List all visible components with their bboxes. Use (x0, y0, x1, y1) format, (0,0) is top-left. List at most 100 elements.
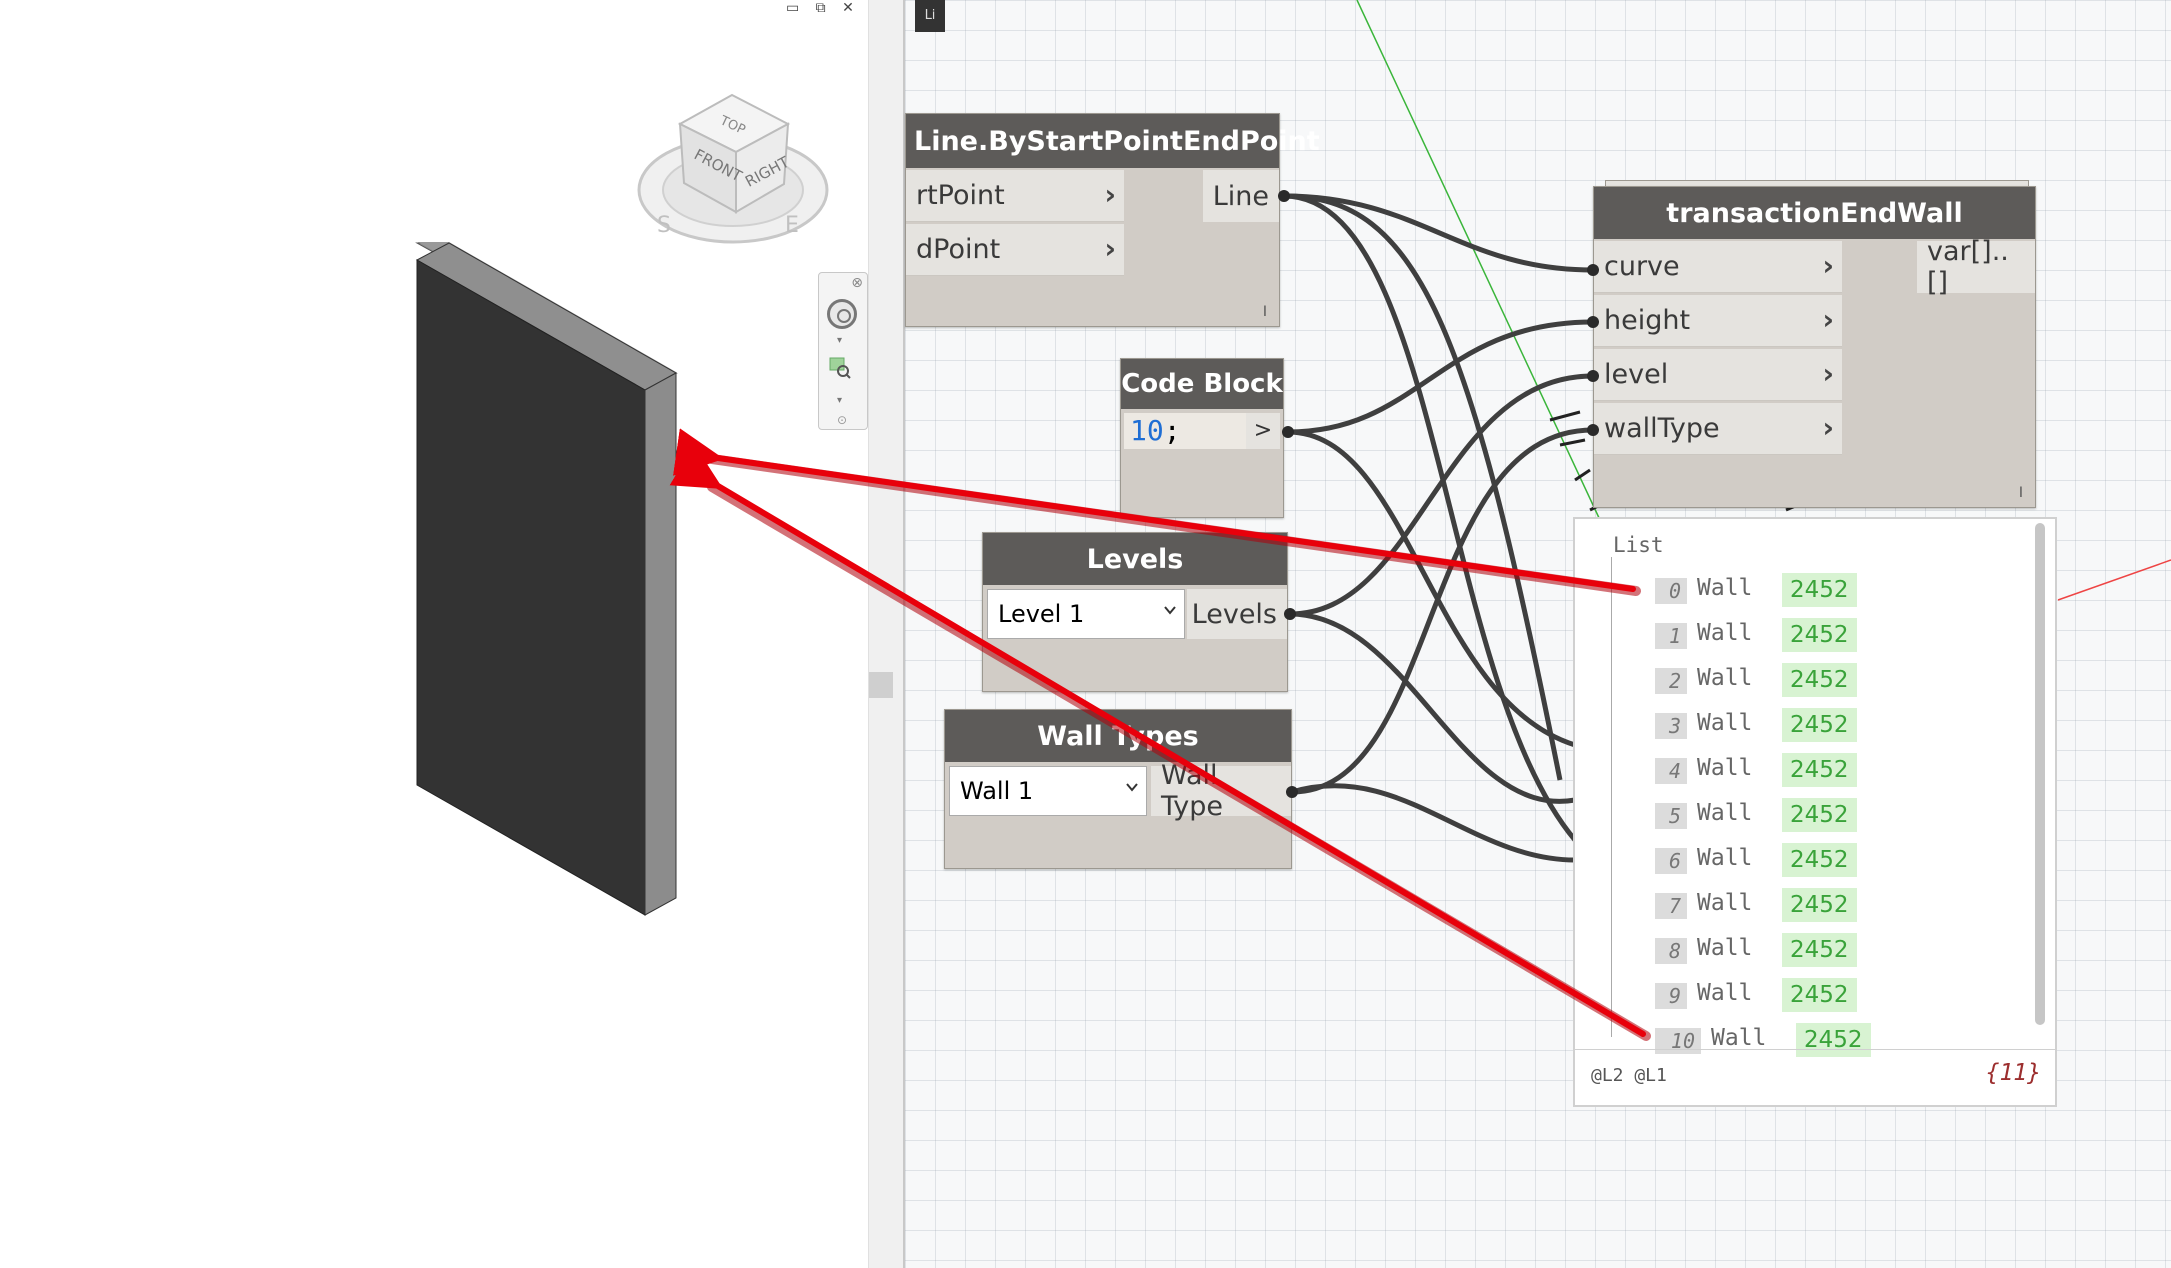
list-item-type: Wall (1697, 665, 1753, 691)
close-icon[interactable]: ⊗ (851, 275, 863, 291)
list-item-id[interactable]: 2452 (1782, 843, 1857, 877)
list-index: 6 (1655, 848, 1687, 874)
node-title: Code Block (1121, 359, 1283, 409)
navigation-bar[interactable]: ⊗ ▾ ▾ ⊙ (818, 272, 868, 430)
port-end-point[interactable]: dPoint › (906, 224, 1124, 276)
code-editor[interactable]: 10; (1124, 413, 1246, 449)
chevron-right-icon: › (1104, 232, 1116, 265)
chevron-down-icon[interactable]: ▾ (837, 335, 842, 346)
list-item-id[interactable]: 2452 (1782, 978, 1857, 1012)
list-item-type: Wall (1697, 935, 1753, 961)
port-start-point[interactable]: rtPoint › (906, 170, 1124, 222)
viewcube-right-label: RIGHT (742, 153, 793, 191)
list-item-id[interactable]: 2452 (1782, 618, 1857, 652)
compass-east-label: E (785, 213, 799, 238)
revit-3d-view[interactable]: ▭ ⧉ ✕ S E TOP FRONT RIGHT ⊗ ▾ ▾ ⊙ (0, 0, 868, 1268)
list-item[interactable]: 5 Wall 2452 (1575, 782, 2025, 834)
watch-scrollbar[interactable] (2035, 523, 2045, 1025)
customize-icon[interactable]: ⊙ (837, 413, 847, 427)
node-levels[interactable]: Levels Level 1 Levels (982, 532, 1288, 692)
port-wall-type[interactable]: wallType › (1594, 403, 1842, 455)
list-index: 7 (1655, 893, 1687, 919)
node-preview-watch[interactable]: List 0 Wall 2452 1 Wall 2452 2 Wall 2452… (1573, 517, 2057, 1107)
dropdown-value: Level 1 (998, 600, 1085, 628)
list-index: 1 (1655, 623, 1687, 649)
list-item-type: Wall (1711, 1025, 1767, 1051)
list-item-type: Wall (1697, 845, 1753, 871)
list-item[interactable]: 3 Wall 2452 (1575, 692, 2025, 744)
list-item-id[interactable]: 2452 (1782, 573, 1857, 607)
list-index: 5 (1655, 803, 1687, 829)
chevron-right-icon: › (1822, 411, 1834, 444)
node-code-block[interactable]: Code Block 10; > (1120, 358, 1284, 518)
port-curve[interactable]: curve › (1594, 241, 1842, 293)
chevron-right-icon: › (1104, 178, 1116, 211)
chevron-down-icon[interactable]: ▾ (837, 395, 842, 406)
dropdown-value: Wall 1 (960, 777, 1034, 805)
list-item[interactable]: 0 Wall 2452 (1575, 557, 2025, 609)
pane-splitter[interactable] (868, 0, 905, 1268)
splitter-thumb[interactable] (869, 672, 893, 698)
list-item[interactable]: 2 Wall 2452 (1575, 647, 2025, 699)
port-line-output[interactable]: Line (1202, 170, 1279, 222)
port-wall-type-output[interactable]: Wall Type (1151, 760, 1291, 822)
port-label: Levels (1191, 598, 1277, 630)
list-item-type: Wall (1697, 620, 1753, 646)
list-item-id[interactable]: 2452 (1782, 663, 1857, 697)
list-index: 2 (1655, 668, 1687, 694)
view-window-controls[interactable]: ▭ ⧉ ✕ (786, 0, 860, 16)
port-transaction-output[interactable]: var[]..[] (1917, 236, 2035, 298)
list-item-id[interactable]: 2452 (1782, 933, 1857, 967)
view3d-graphics: S E TOP FRONT RIGHT (415, 93, 829, 916)
node-title: Levels (983, 533, 1287, 585)
list-index: 0 (1655, 578, 1687, 604)
node-line-by-start-end[interactable]: Line.ByStartPointEndPoint rtPoint › dPoi… (905, 113, 1320, 327)
list-item-type: Wall (1697, 980, 1753, 1006)
list-item-type: Wall (1697, 890, 1753, 916)
node-wall-types[interactable]: Wall Types Wall 1 Wall Type (944, 709, 1292, 869)
list-levels[interactable]: @L2 @L1 (1591, 1065, 1667, 1086)
compass-south-label: S (657, 213, 671, 238)
watch-footer: @L2 @L1 {11} (1575, 1049, 2055, 1105)
watch-list-title: List (1613, 533, 1664, 557)
list-item-id[interactable]: 2452 (1782, 888, 1857, 922)
list-item[interactable]: 7 Wall 2452 (1575, 872, 2025, 924)
port-label: level (1604, 359, 1669, 390)
list-item-id[interactable]: 2452 (1782, 753, 1857, 787)
list-item-id[interactable]: 2452 (1782, 708, 1857, 742)
code-semicolon: ; (1163, 414, 1181, 447)
port-label: rtPoint (916, 180, 1005, 211)
port-label: wallType (1604, 413, 1720, 444)
list-item-type: Wall (1697, 800, 1753, 826)
list-item[interactable]: 8 Wall 2452 (1575, 917, 2025, 969)
list-item[interactable]: 4 Wall 2452 (1575, 737, 2025, 789)
port-label: Line (1212, 180, 1269, 212)
viewcube-compass[interactable]: S E (637, 136, 829, 244)
port-code-output[interactable]: > (1246, 413, 1280, 449)
list-item[interactable]: 6 Wall 2452 (1575, 827, 2025, 879)
viewcube-front-label: FRONT (691, 145, 745, 185)
node-title: Wall Types (945, 710, 1291, 762)
list-item[interactable]: 9 Wall 2452 (1575, 962, 2025, 1014)
code-number: 10 (1130, 414, 1164, 447)
list-index: 3 (1655, 713, 1687, 739)
wall-type-dropdown[interactable]: Wall 1 (949, 766, 1147, 816)
list-item-type: Wall (1697, 755, 1753, 781)
port-label: dPoint (916, 234, 1001, 265)
wall-element-3d[interactable] (415, 242, 678, 916)
list-item[interactable]: 1 Wall 2452 (1575, 602, 2025, 654)
port-level[interactable]: level › (1594, 349, 1842, 401)
list-item-type: Wall (1697, 710, 1753, 736)
zoom-icon[interactable] (829, 357, 851, 379)
viewcube-top-label: TOP (717, 113, 748, 138)
level-dropdown[interactable]: Level 1 (987, 589, 1185, 639)
list-item-type: Wall (1697, 575, 1753, 601)
list-item-id[interactable]: 2452 (1782, 798, 1857, 832)
port-height[interactable]: height › (1594, 295, 1842, 347)
port-levels-output[interactable]: Levels (1187, 589, 1287, 639)
viewcube[interactable]: TOP FRONT RIGHT (677, 93, 793, 214)
steering-wheel-icon[interactable] (827, 299, 857, 329)
node-footer-mark: I (2018, 485, 2023, 501)
node-transaction-end-wall[interactable]: transactionEndWall curve › height › leve… (1593, 186, 2036, 508)
library-tab[interactable]: Li (915, 0, 945, 32)
